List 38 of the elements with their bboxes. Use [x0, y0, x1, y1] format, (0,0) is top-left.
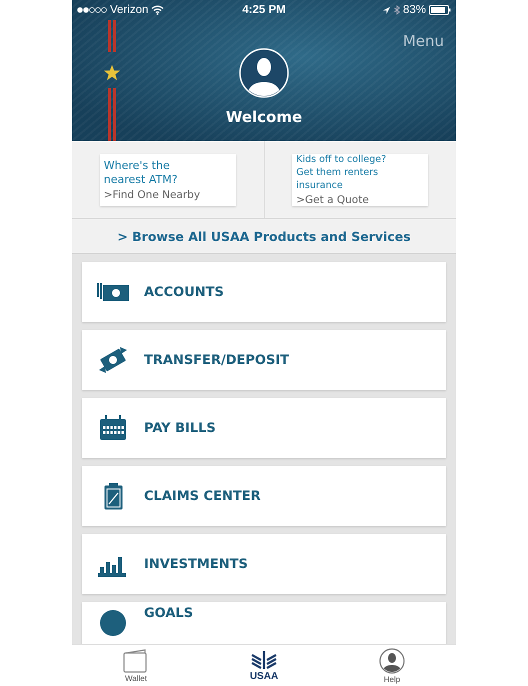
- wifi-icon: [151, 5, 164, 15]
- location-icon: [382, 6, 391, 14]
- menu-label: GOALS: [144, 606, 194, 621]
- welcome-heading: Welcome: [226, 108, 302, 126]
- tab-button[interactable]: USAA: [200, 645, 328, 686]
- star-icon: [103, 64, 121, 82]
- menu-label: INVESTMENTS: [144, 556, 248, 572]
- wallet-icon: [123, 648, 149, 672]
- menu-label: CLAIMS CENTER: [144, 488, 261, 504]
- menu-label: TRANSFER/DEPOSIT: [144, 352, 290, 368]
- signal-icon: [77, 7, 107, 13]
- status-time: 4:25 PM: [242, 4, 286, 16]
- eagle-icon: [250, 650, 278, 670]
- menu-item[interactable]: GOALS: [82, 602, 446, 644]
- tab-button[interactable]: Wallet: [72, 645, 200, 686]
- battery-icon: [429, 5, 451, 15]
- person-icon: [379, 648, 405, 674]
- promo-card[interactable]: Where's the nearest ATM? >Find One Nearby: [100, 154, 236, 206]
- menu-label: PAY BILLS: [144, 420, 216, 436]
- menu-item[interactable]: ACCOUNTS: [82, 262, 446, 322]
- menu-item[interactable]: INVESTMENTS: [82, 534, 446, 594]
- promo-card[interactable]: Kids off to college? Get them renters insurance >Get a Quote: [292, 154, 428, 206]
- promo-title: Where's the: [104, 158, 171, 172]
- carrier-name: Verizon: [110, 4, 148, 16]
- promo-link[interactable]: >Find One Nearby: [104, 188, 232, 200]
- promo-link[interactable]: >Get a Quote: [296, 194, 424, 206]
- menu-item[interactable]: CLAIMS CENTER: [82, 466, 446, 526]
- menu-item[interactable]: TRANSFER/DEPOSIT: [82, 330, 446, 390]
- tab-button[interactable]: Help: [328, 645, 456, 686]
- promo-title: Get them renters insurance: [296, 166, 380, 192]
- menu-button[interactable]: Menu: [402, 32, 444, 50]
- menu-item[interactable]: PAY BILLS: [82, 398, 446, 458]
- bluetooth-icon: [394, 5, 400, 15]
- menu-label: ACCOUNTS: [144, 284, 224, 300]
- avatar-icon[interactable]: [239, 48, 289, 98]
- battery-percent: 83%: [402, 4, 426, 16]
- promo-title: Kids off to college?: [296, 153, 388, 166]
- promo-title: nearest ATM?: [104, 172, 179, 186]
